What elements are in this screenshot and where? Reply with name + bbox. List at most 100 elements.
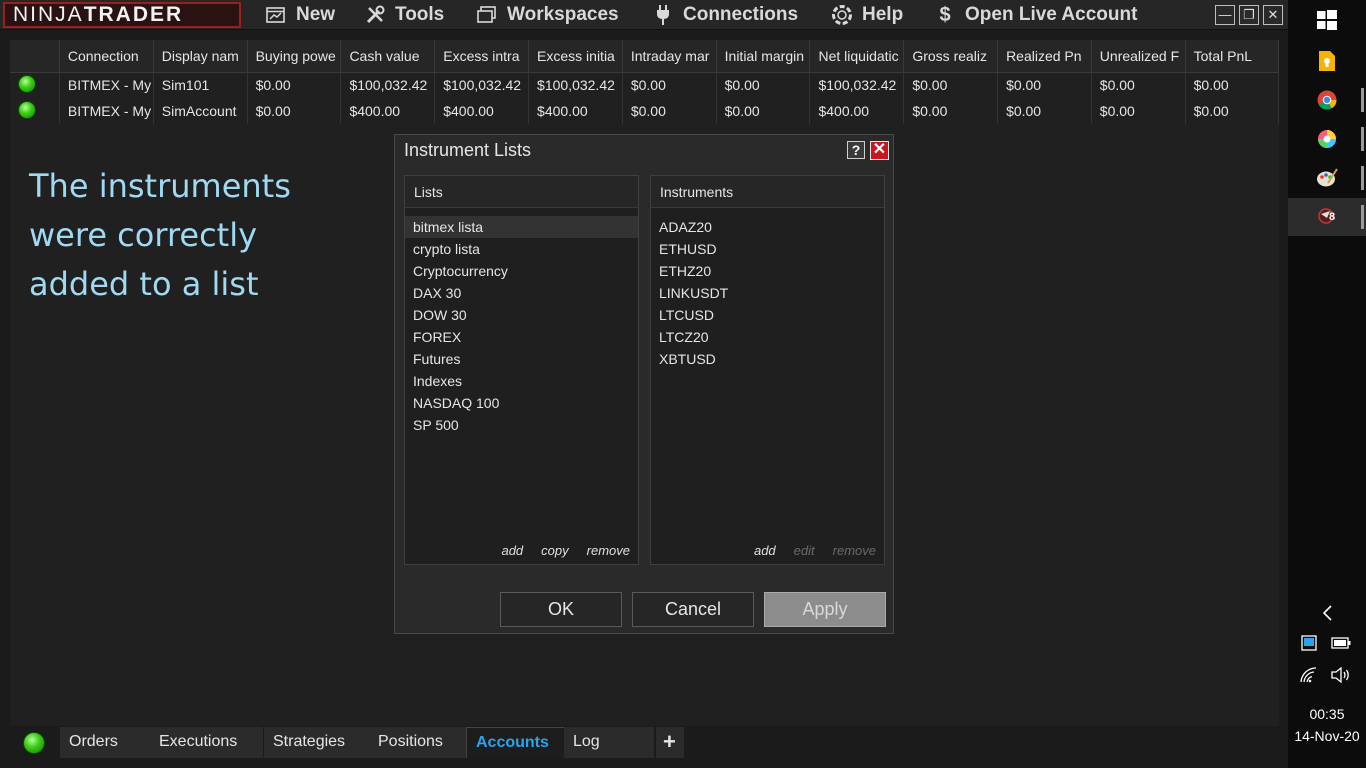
grid-header-excess-intraday[interactable]: Excess intra	[434, 40, 530, 73]
list-item[interactable]: LTCZ20	[651, 326, 884, 348]
table-row[interactable]: BITMEX - My Sim101 $0.00 $100,032.42 $10…	[10, 72, 1280, 98]
cancel-button[interactable]: Cancel	[632, 592, 754, 627]
connection-status-cell	[10, 72, 60, 98]
dialog-title[interactable]: Instrument Lists	[404, 140, 531, 161]
list-item[interactable]: crypto lista	[405, 238, 638, 260]
global-connection-status-icon[interactable]	[23, 732, 45, 754]
grid-header-intraday-margin[interactable]: Intraday mar	[622, 40, 717, 73]
plug-icon	[652, 4, 674, 26]
tab-log[interactable]: Log	[564, 727, 654, 758]
ninjatrader-logo[interactable]: NINJATRADER	[3, 2, 241, 28]
list-item[interactable]: LINKUSDT	[651, 282, 884, 304]
battery-icon[interactable]	[1326, 629, 1356, 657]
list-item[interactable]: ETHUSD	[651, 238, 884, 260]
list-item[interactable]: XBTUSD	[651, 348, 884, 370]
minimize-button[interactable]: —	[1215, 5, 1235, 25]
list-item[interactable]: LTCUSD	[651, 304, 884, 326]
grid-header-connection[interactable]: Connection	[59, 40, 154, 73]
connection-status-cell	[10, 98, 60, 124]
connected-status-icon	[18, 100, 36, 119]
annotation-line: added to a list	[29, 265, 259, 303]
bottom-tab-bar: Orders Executions Strategies Positions A…	[10, 726, 1279, 758]
palette-app-icon[interactable]	[1288, 159, 1366, 197]
grid-header-unrealized-pnl[interactable]: Unrealized F	[1091, 40, 1186, 73]
table-cell: $0.00	[903, 98, 999, 124]
list-item[interactable]: bitmex lista	[405, 216, 638, 238]
instruments-header: Instruments	[651, 176, 884, 208]
menu-connections[interactable]: Connections	[652, 3, 798, 27]
lists-remove-link[interactable]: remove	[587, 543, 630, 558]
list-item[interactable]: Futures	[405, 348, 638, 370]
table-cell: $400.00	[340, 98, 436, 124]
logo-text-light: NINJA	[13, 3, 84, 26]
ninjatrader-taskbar-icon[interactable]: 8	[1288, 198, 1366, 236]
chrome-icon[interactable]	[1288, 81, 1366, 119]
grid-header-display-name[interactable]: Display nam	[153, 40, 248, 73]
table-row[interactable]: BITMEX - My SimAccount $0.00 $400.00 $40…	[10, 98, 1280, 124]
ok-button[interactable]: OK	[500, 592, 622, 627]
list-item[interactable]: Indexes	[405, 370, 638, 392]
table-cell: $400.00	[809, 98, 905, 124]
close-window-button[interactable]: ✕	[1263, 5, 1283, 25]
wifi-icon[interactable]	[1296, 661, 1322, 689]
running-indicator	[1361, 127, 1364, 151]
tab-positions[interactable]: Positions	[369, 727, 466, 758]
menu-new[interactable]: New	[265, 3, 335, 27]
chevron-left-icon[interactable]	[1288, 595, 1366, 631]
apply-button: Apply	[764, 592, 886, 627]
menu-workspaces[interactable]: Workspaces	[476, 3, 619, 27]
running-indicator	[1361, 88, 1364, 112]
list-item[interactable]: Cryptocurrency	[405, 260, 638, 282]
paint-app-icon[interactable]	[1288, 120, 1366, 158]
table-cell: $100,032.42	[528, 72, 623, 98]
grid-header-initial-margin[interactable]: Initial margin	[716, 40, 811, 73]
lists-listbox[interactable]: bitmex lista crypto lista Cryptocurrency…	[405, 208, 638, 436]
tab-executions[interactable]: Executions	[150, 727, 263, 758]
menu-help[interactable]: Help	[831, 3, 903, 27]
grid-header-status[interactable]	[10, 40, 60, 73]
dialog-close-button[interactable]: ✕	[870, 141, 889, 160]
dialog-help-button[interactable]: ?	[847, 141, 865, 159]
annotation-line: The instruments	[29, 167, 291, 205]
lists-add-link[interactable]: add	[501, 543, 523, 558]
instruments-listbox[interactable]: ADAZ20 ETHUSD ETHZ20 LINKUSDT LTCUSD LTC…	[651, 208, 884, 370]
tab-orders[interactable]: Orders	[60, 727, 154, 758]
google-keep-icon[interactable]	[1288, 42, 1366, 80]
list-item[interactable]: NASDAQ 100	[405, 392, 638, 414]
taskbar-clock-date[interactable]: 14-Nov-20	[1288, 728, 1366, 744]
instruments-actions: add edit remove	[736, 543, 876, 558]
workspaces-icon	[476, 4, 498, 26]
list-item[interactable]: DAX 30	[405, 282, 638, 304]
grid-header-cash-value[interactable]: Cash value	[340, 40, 436, 73]
grid-header-net-liquidation[interactable]: Net liquidatic	[809, 40, 905, 73]
list-item[interactable]: FOREX	[405, 326, 638, 348]
grid-header-realized-pnl[interactable]: Realized Pn	[997, 40, 1092, 73]
instruments-add-link[interactable]: add	[754, 543, 776, 558]
grid-header-gross-realized[interactable]: Gross realiz	[903, 40, 999, 73]
list-item[interactable]: ETHZ20	[651, 260, 884, 282]
taskbar-clock-time[interactable]: 00:35	[1288, 706, 1366, 722]
menu-open-live-account-label: Open Live Account	[965, 4, 1138, 25]
list-item[interactable]: ADAZ20	[651, 216, 884, 238]
list-item[interactable]: SP 500	[405, 414, 638, 436]
main-window: NINJATRADER New Tools Workspaces Connect…	[0, 0, 1288, 768]
connected-status-icon	[18, 74, 36, 93]
add-tab-button[interactable]: +	[656, 727, 684, 758]
windows-start-icon[interactable]	[1288, 1, 1366, 39]
restore-button[interactable]: ❐	[1239, 5, 1259, 25]
menu-tools[interactable]: Tools	[364, 3, 444, 27]
tab-strategies[interactable]: Strategies	[264, 727, 370, 758]
table-cell: $0.00	[716, 98, 811, 124]
grid-header-buying-power[interactable]: Buying powe	[247, 40, 342, 73]
menu-connections-label: Connections	[683, 4, 799, 25]
grid-header-total-pnl[interactable]: Total PnL	[1185, 40, 1280, 73]
tab-accounts[interactable]: Accounts	[466, 727, 565, 758]
instrument-lists-dialog: Instrument Lists ? ✕ Lists bitmex lista …	[394, 134, 894, 634]
grid-header-excess-initial[interactable]: Excess initia	[528, 40, 623, 73]
tablet-mode-icon[interactable]	[1296, 629, 1322, 657]
volume-icon[interactable]	[1326, 661, 1356, 689]
list-item[interactable]: DOW 30	[405, 304, 638, 326]
menu-open-live-account[interactable]: $ Open Live Account	[934, 3, 1137, 27]
table-cell: $400.00	[434, 98, 530, 124]
lists-copy-link[interactable]: copy	[541, 543, 568, 558]
